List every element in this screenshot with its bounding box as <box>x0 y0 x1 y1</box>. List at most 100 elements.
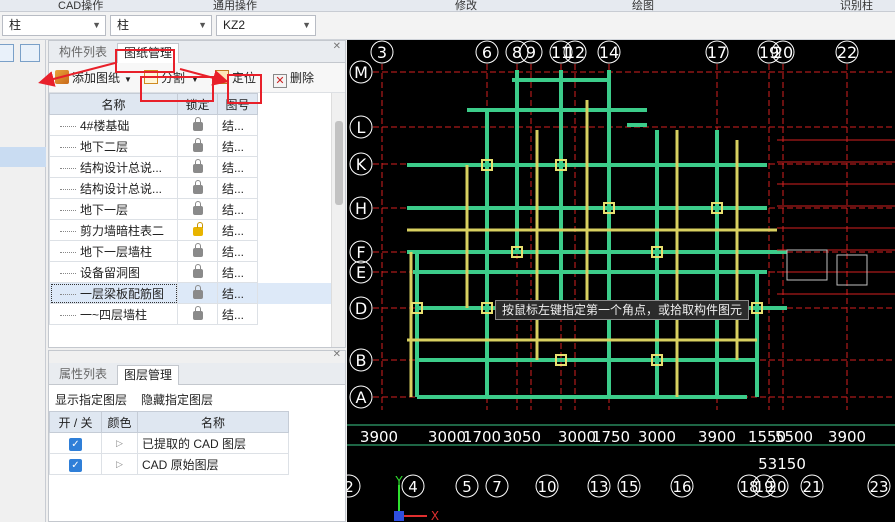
table-row[interactable]: 一层梁板配筋图 结... <box>49 282 333 304</box>
dimension-text: 3900 <box>360 428 398 446</box>
drawing-name[interactable]: 地下二层 <box>49 135 178 157</box>
component-type-select[interactable]: 柱 ▼ <box>110 15 212 36</box>
layer-management-panel: ✕ 属性列表 图层管理 显示指定图层 隐藏指定图层 开 / 关 颜色 名称 ✓ ▷… <box>48 349 346 522</box>
axis-label-left: A <box>356 388 367 407</box>
close-icon[interactable]: ✕ <box>333 349 341 360</box>
axis-label-left: B <box>356 351 367 370</box>
delete-button[interactable]: ✕ 删除 <box>273 68 314 88</box>
lock-cell[interactable] <box>177 156 218 178</box>
cad-drawing-canvas[interactable]: 3 6 8 9 11 12 14 17 19 20 22 M L K H F E D B A 3900 3000 1700 3… <box>347 40 895 522</box>
table-row[interactable]: 4#楼基础 结... <box>49 114 333 136</box>
axis-label-bottom: 7 <box>492 478 502 496</box>
dimension-text: 5500 <box>775 428 813 446</box>
layer-toggle[interactable]: ✓ <box>49 453 102 475</box>
axis-label-top: 22 <box>837 43 857 62</box>
axis-label-bottom: 15 <box>619 478 638 496</box>
lock-icon[interactable] <box>192 306 203 320</box>
ucs-x-label: X <box>431 509 439 522</box>
axis-label-top: 6 <box>482 43 492 62</box>
lock-cell[interactable] <box>177 135 218 157</box>
lock-cell[interactable] <box>177 282 218 304</box>
axis-label-top: 8 <box>512 43 522 62</box>
lock-cell[interactable] <box>177 177 218 199</box>
table-row[interactable]: 结构设计总说... 结... <box>49 177 333 199</box>
dimension-text: 3000 <box>638 428 676 446</box>
floor-select[interactable]: 柱 ▼ <box>2 15 106 36</box>
axis-label-left: F <box>356 243 365 262</box>
tab-layer-management[interactable]: 图层管理 <box>117 365 180 385</box>
table-row[interactable]: 剪力墙暗柱表二 结... <box>49 219 333 241</box>
lock-icon[interactable] <box>192 201 203 215</box>
lock-cell[interactable] <box>177 198 218 220</box>
axis-label-top: 12 <box>565 43 585 62</box>
drawing-name[interactable]: 剪力墙暗柱表二 <box>49 219 178 241</box>
drawing-name[interactable]: 结构设计总说... <box>49 177 178 199</box>
axis-label-left: D <box>355 299 367 318</box>
left-nav-gutter <box>0 40 46 522</box>
cursor-tooltip: 按鼠标左键指定第一个角点，或拾取构件图元 <box>495 300 750 320</box>
chevron-down-icon: ▼ <box>302 20 311 30</box>
close-icon[interactable]: ✕ <box>333 41 341 52</box>
table-row[interactable]: 地下一层 结... <box>49 198 333 220</box>
lock-cell[interactable] <box>177 219 218 241</box>
table-row[interactable]: 设备留洞图 结... <box>49 261 333 283</box>
drawing-name[interactable]: 结构设计总说... <box>49 156 178 178</box>
lock-icon[interactable] <box>192 243 203 257</box>
checkbox-checked-icon[interactable]: ✓ <box>69 458 82 472</box>
column-header-layer-name[interactable]: 名称 <box>137 411 289 433</box>
lock-cell[interactable] <box>177 240 218 262</box>
table-row[interactable]: 地下二层 结... <box>49 135 333 157</box>
axis-label-top: 17 <box>707 43 727 62</box>
column-header-toggle[interactable]: 开 / 关 <box>49 411 102 433</box>
component-name-select[interactable]: KZ2 ▼ <box>216 15 316 36</box>
drawing-list-scrollbar[interactable] <box>331 93 345 347</box>
axis-label-bottom: 20 <box>767 478 786 496</box>
drawing-name[interactable]: 一层梁板配筋图 <box>49 282 178 304</box>
lock-icon[interactable] <box>192 180 203 194</box>
table-row[interactable]: 一~四层墙柱 结... <box>49 303 333 325</box>
drawing-number: 结... <box>217 114 258 136</box>
lock-icon[interactable] <box>192 117 203 131</box>
axis-label-top: 3 <box>377 43 387 62</box>
delete-icon: ✕ <box>273 74 287 88</box>
lock-icon[interactable] <box>192 264 203 278</box>
expand-arrow-icon[interactable]: ▷ <box>101 432 138 454</box>
drawing-list: 名称 锁定 图号 4#楼基础 结... 地下二层 结... 结构设计总说... 结... 结… <box>49 93 345 347</box>
nav-selected-item[interactable] <box>0 147 46 167</box>
drawing-name[interactable]: 地下一层 <box>49 198 178 220</box>
expand-arrow-icon[interactable]: ▷ <box>101 453 138 475</box>
hide-layer-button[interactable]: 隐藏指定图层 <box>141 391 213 408</box>
lock-icon[interactable] <box>192 138 203 152</box>
drawing-number: 结... <box>217 156 258 178</box>
axis-label-bottom: 10 <box>537 478 556 496</box>
drawing-number: 结... <box>217 261 258 283</box>
drawing-name[interactable]: 一~四层墙柱 <box>49 303 178 325</box>
lock-icon[interactable] <box>192 285 203 299</box>
tab-property-list[interactable]: 属性列表 <box>53 365 113 385</box>
table-row[interactable]: 地下一层墙柱 结... <box>49 240 333 262</box>
drawing-name[interactable]: 地下一层墙柱 <box>49 240 178 262</box>
unlock-icon[interactable] <box>192 222 203 236</box>
list-view-icon[interactable] <box>0 44 14 62</box>
table-row[interactable]: ✓ ▷ CAD 原始图层 <box>49 453 289 475</box>
layer-toggle[interactable]: ✓ <box>49 432 102 454</box>
axis-label-left: E <box>356 263 366 282</box>
lock-icon[interactable] <box>192 159 203 173</box>
dimension-text: 3050 <box>503 428 541 446</box>
checkbox-checked-icon[interactable]: ✓ <box>69 437 82 451</box>
scrollbar-thumb[interactable] <box>335 121 343 205</box>
lock-cell[interactable] <box>177 114 218 136</box>
dimension-text: 3900 <box>828 428 866 446</box>
table-row[interactable]: 结构设计总说... 结... <box>49 156 333 178</box>
lock-cell[interactable] <box>177 303 218 325</box>
drawing-name[interactable]: 设备留洞图 <box>49 261 178 283</box>
table-row[interactable]: ✓ ▷ 已提取的 CAD 图层 <box>49 432 289 454</box>
show-layer-button[interactable]: 显示指定图层 <box>55 391 127 408</box>
dimension-text: 3900 <box>698 428 736 446</box>
layer-rows: ✓ ▷ 已提取的 CAD 图层 ✓ ▷ CAD 原始图层 <box>49 432 289 475</box>
cad-drawing: 3 6 8 9 1112 14 17 1920 22MLKHFEDBA3900 30001700 3… <box>347 40 895 522</box>
column-header-color[interactable]: 颜色 <box>101 411 138 433</box>
ucs-origin-icon <box>394 511 404 521</box>
drawing-name[interactable]: 4#楼基础 <box>49 114 178 136</box>
lock-cell[interactable] <box>177 261 218 283</box>
